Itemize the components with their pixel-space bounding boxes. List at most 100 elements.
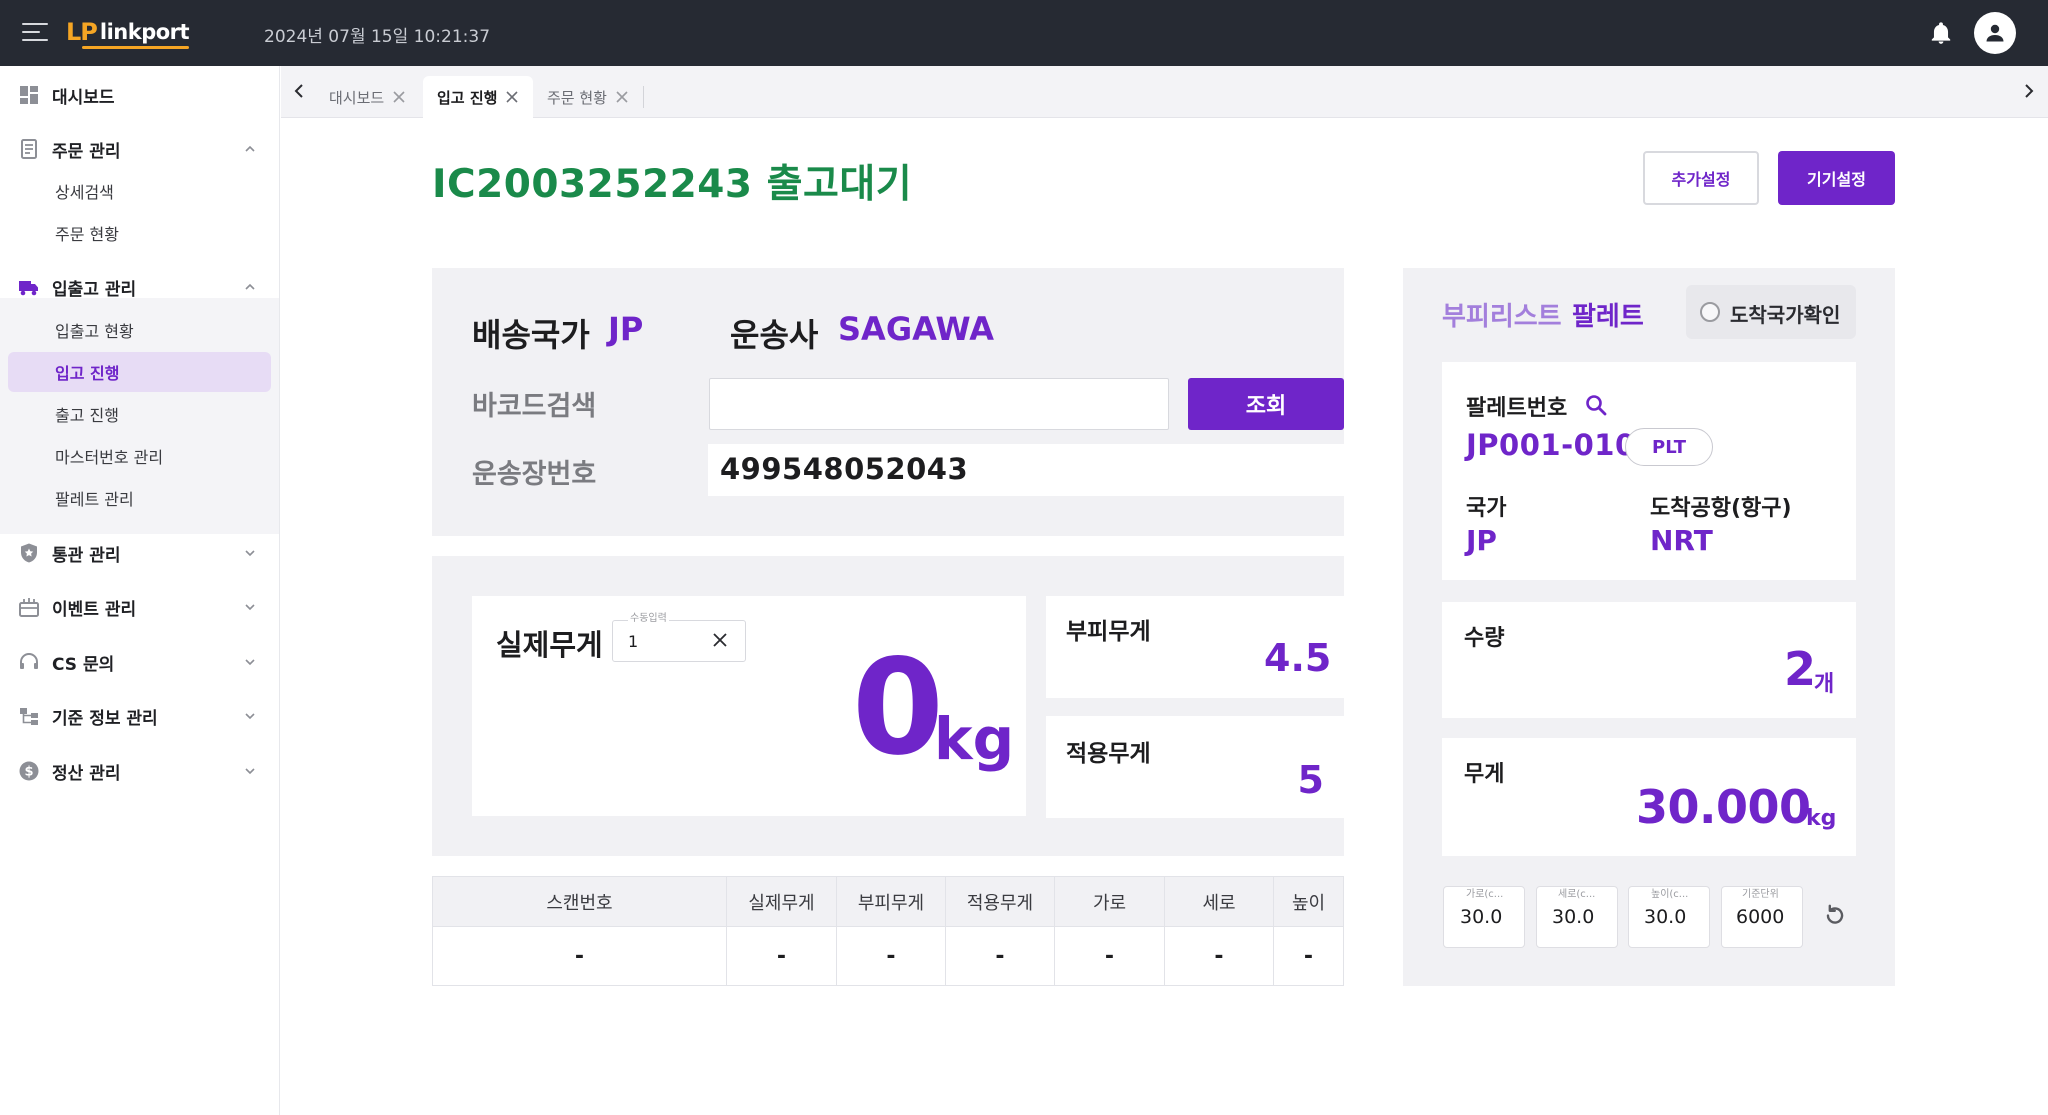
width-value: 30.0: [1460, 906, 1503, 928]
tab-label: 주문 현황: [547, 88, 607, 107]
height-value: 30.0: [1644, 906, 1687, 928]
sidebar-item-label: 입출고 관리: [52, 279, 137, 300]
sidebar-item-label: 대시보드: [52, 87, 115, 108]
tab-inbound-progress[interactable]: 입고 진행: [423, 76, 533, 118]
sidebar-item-inout[interactable]: 입출고 관리: [0, 267, 279, 307]
clear-icon[interactable]: [712, 632, 728, 648]
sidebar-subitem-order-status[interactable]: 주문 현황: [8, 213, 271, 253]
extra-settings-button[interactable]: 추가설정: [1643, 151, 1759, 205]
sidebar: 대시보드 주문 관리 상세검색 주문 현황 입출고 관리 입출고 현황 입고 진…: [0, 66, 280, 1115]
dollar-icon: $: [19, 761, 39, 781]
sidebar-subitem-outbound-progress[interactable]: 출고 진행: [8, 394, 271, 434]
sidebar-subitem-master-number[interactable]: 마스터번호 관리: [8, 436, 271, 476]
base-unit-value: 6000: [1736, 906, 1785, 928]
hierarchy-icon: [20, 708, 38, 725]
close-icon[interactable]: [615, 90, 629, 104]
sidebar-item-events[interactable]: 이벤트 관리: [0, 587, 279, 627]
quantity-unit: 개: [1814, 672, 1835, 697]
close-icon[interactable]: [392, 90, 406, 104]
user-icon: [1986, 24, 2004, 42]
arrival-airport-value: NRT: [1650, 524, 1713, 557]
sidebar-item-orders[interactable]: 주문 관리: [0, 129, 279, 169]
height-caption: 높이(c...: [1651, 889, 1689, 900]
chevron-left-icon[interactable]: [291, 82, 307, 100]
chevron-down-icon[interactable]: [244, 547, 256, 559]
arrival-check-radio[interactable]: [1700, 302, 1720, 322]
tab-order-status[interactable]: 주문 현황: [533, 76, 657, 118]
logo-mark: LP: [66, 18, 98, 46]
sidebar-item-master-info[interactable]: 기준 정보 관리: [0, 696, 279, 736]
tab-label: 대시보드: [329, 88, 385, 107]
width-caption: 가로(c...: [1466, 889, 1504, 900]
actual-weight-unit: kg: [934, 705, 1015, 773]
sidebar-item-settlement[interactable]: $ 정산 관리: [0, 751, 279, 791]
chevron-down-icon[interactable]: [244, 710, 256, 722]
actual-weight-value: 0: [852, 631, 944, 785]
applied-weight-label: 적용무게: [1066, 741, 1151, 767]
table-header-row: 스캔번호 실제무게 부피무게 적용무게 가로 세로 높이: [433, 877, 1343, 927]
quantity-value: 2: [1784, 642, 1817, 696]
table-cell: -: [433, 927, 727, 985]
volumetric-weight-value: 4.5: [1264, 636, 1332, 680]
sidebar-subitem-inout-status[interactable]: 입출고 현황: [8, 310, 271, 350]
manual-weight-value: 1: [628, 632, 639, 651]
sidebar-item-dashboard[interactable]: 대시보드: [0, 75, 279, 115]
pallet-weight-value: 30.000: [1636, 780, 1811, 834]
sidebar-subitem-detail-search[interactable]: 상세검색: [8, 171, 271, 211]
close-icon[interactable]: [505, 90, 519, 104]
dashboard-icon: [20, 86, 38, 104]
table-cell: -: [1055, 927, 1165, 985]
base-unit-caption: 기준단위: [1742, 889, 1779, 900]
table-row[interactable]: - - - - - - -: [433, 927, 1343, 985]
sidebar-item-customs[interactable]: 통관 관리: [0, 533, 279, 573]
user-avatar[interactable]: [1974, 12, 2016, 54]
sidebar-subitem-label: 상세검색: [55, 183, 114, 202]
barcode-label: 바코드검색: [472, 391, 597, 422]
ship-country-label: 배송국가: [472, 316, 590, 354]
bell-icon[interactable]: [1928, 20, 1954, 46]
sidebar-item-cs[interactable]: CS 문의: [0, 642, 279, 682]
table-cell: -: [837, 927, 946, 985]
pallet-number-value: JP001-010: [1466, 428, 1636, 462]
sidebar-subitem-label: 입고 진행: [55, 364, 120, 383]
tab-dashboard[interactable]: 대시보드: [315, 76, 439, 118]
chevron-down-icon[interactable]: [244, 601, 256, 613]
menu-toggle-icon[interactable]: [22, 21, 48, 43]
country-value: JP: [1466, 524, 1497, 557]
sidebar-subitem-inbound-progress[interactable]: 입고 진행: [8, 352, 271, 392]
sidebar-subitem-label: 팔레트 관리: [55, 490, 134, 509]
page-title: IC2003252243 출고대기: [432, 162, 913, 207]
table-cell: -: [1303, 943, 1314, 969]
refresh-icon[interactable]: [1822, 902, 1848, 928]
table-header: 세로: [1165, 877, 1274, 926]
device-settings-button[interactable]: 기기설정: [1778, 151, 1895, 205]
volume-list-tab[interactable]: 부피리스트: [1442, 296, 1562, 333]
search-button[interactable]: 조회: [1188, 378, 1344, 430]
table-cell: -: [946, 927, 1055, 985]
current-datetime: 2024년 07월 15일 10:21:37: [264, 27, 491, 47]
sidebar-subitem-pallet[interactable]: 팔레트 관리: [8, 478, 271, 518]
country-label: 국가: [1466, 496, 1507, 521]
sidebar-item-label: 이벤트 관리: [52, 599, 137, 620]
scan-table: 스캔번호 실제무게 부피무게 적용무게 가로 세로 높이 - - - - - -…: [432, 876, 1344, 986]
logo[interactable]: LP linkport: [66, 14, 190, 50]
tab-bar: 대시보드 입고 진행 주문 현황: [281, 66, 2048, 118]
waybill-label: 운송장번호: [472, 459, 597, 490]
pallet-tab[interactable]: 팔레트: [1572, 296, 1644, 333]
plt-badge: PLT: [1625, 428, 1713, 466]
chevron-right-icon[interactable]: [2021, 82, 2037, 100]
chevron-up-icon[interactable]: [244, 143, 256, 155]
carrier-value: SAGAWA: [838, 310, 995, 348]
ship-country-value: JP: [608, 310, 644, 348]
barcode-search-input[interactable]: [709, 378, 1169, 430]
arrival-airport-label: 도착공항(항구): [1650, 496, 1792, 521]
logo-text: linkport: [81, 20, 190, 49]
chevron-up-icon[interactable]: [244, 281, 256, 293]
chevron-down-icon[interactable]: [244, 765, 256, 777]
chevron-down-icon[interactable]: [244, 656, 256, 668]
sidebar-item-label: 주문 관리: [52, 141, 121, 162]
search-icon[interactable]: [1584, 393, 1608, 417]
truck-icon: [19, 281, 38, 296]
table-header: 부피무게: [837, 877, 946, 926]
arrival-check-label: 도착국가확인: [1730, 303, 1841, 327]
